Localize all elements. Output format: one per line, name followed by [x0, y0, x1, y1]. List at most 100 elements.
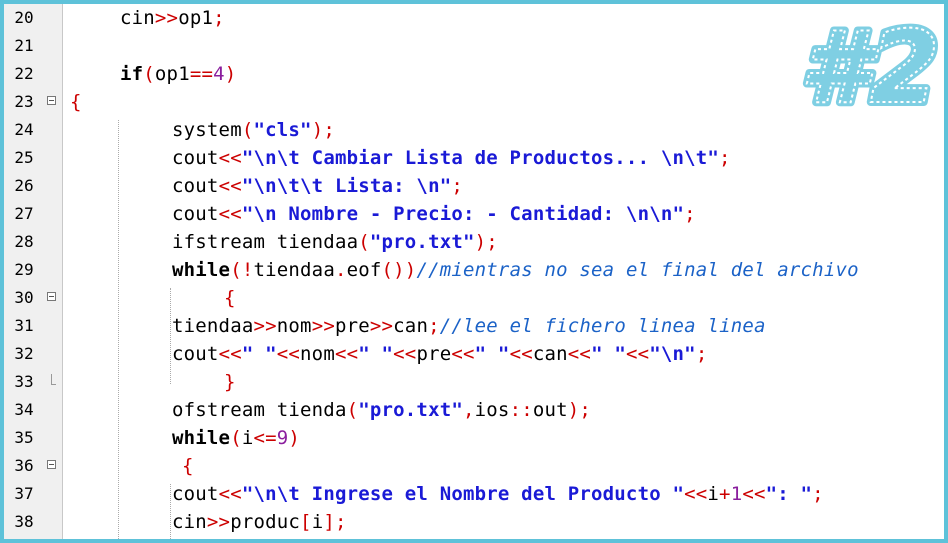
code-token: can	[393, 315, 429, 337]
code-line[interactable]: 37 cout<<"\n\t Ingrese el Nombre del Prod…	[4, 480, 944, 508]
line-number: 32	[14, 344, 34, 363]
code-token: ,	[463, 399, 475, 421]
code-token: );	[474, 231, 498, 253]
code-text[interactable]: cout<<"\n Nombre - Precio: - Cantidad: \…	[172, 200, 696, 228]
code-line[interactable]: 31 tiendaa>>nom>>pre>>can;//lee el ficher…	[4, 312, 944, 340]
code-line[interactable]: 29 while(!tiendaa.eof())//mientras no sea…	[4, 256, 944, 284]
indent-guide	[170, 484, 171, 539]
code-line[interactable]: 26 cout<<"\n\t\t Lista: \n";	[4, 172, 944, 200]
code-token: >>	[206, 511, 231, 533]
line-number: 24	[14, 120, 34, 139]
code-token: cout	[172, 343, 219, 365]
code-line[interactable]: 27 cout<<"\n Nombre - Precio: - Cantidad:…	[4, 200, 944, 228]
code-token: 1	[730, 483, 743, 505]
code-token: ;	[451, 175, 463, 197]
code-line[interactable]: 36 {	[4, 452, 944, 480]
code-text[interactable]: {	[182, 452, 194, 480]
line-number: 21	[14, 36, 34, 55]
code-token: " "	[591, 343, 626, 365]
code-editor[interactable]: 20 cin>>op1; 21 22 if(op1==4) 23{24 system("cl…	[4, 4, 944, 539]
code-token: op1	[154, 63, 190, 85]
code-line[interactable]: 32 cout<<" "<<nom<<" "<<pre<<" "<<can<<" …	[4, 340, 944, 368]
code-token: >>	[311, 315, 335, 337]
code-token: nom	[300, 343, 335, 365]
code-text[interactable]: tiendaa>>nom>>pre>>can;//lee el fichero …	[172, 312, 766, 340]
code-text[interactable]: cout<<" "<<nom<<" "<<pre<<" "<<can<<" "<…	[172, 340, 707, 368]
code-token: eof	[346, 259, 382, 281]
code-token: ofstream tienda	[172, 399, 347, 421]
code-token: (	[241, 119, 254, 141]
code-token: (	[358, 231, 370, 253]
code-token: out	[532, 399, 568, 421]
code-token: "pro.txt"	[369, 231, 475, 253]
line-number: 34	[14, 400, 34, 419]
code-token: ];	[323, 511, 347, 533]
code-token: <<	[334, 343, 359, 365]
code-text[interactable]: {	[224, 284, 236, 312]
line-number: 20	[14, 8, 34, 27]
code-token: {	[70, 91, 82, 113]
code-line[interactable]: 34 ofstream tienda("pro.txt",ios::out);	[4, 396, 944, 424]
code-token: <<	[684, 483, 708, 505]
code-token: if	[120, 63, 144, 85]
code-token: cin	[120, 7, 155, 29]
line-number: 26	[14, 176, 34, 195]
code-token: <<	[567, 343, 592, 365]
code-token: <<	[218, 203, 242, 225]
code-line[interactable]: 30 {	[4, 284, 944, 312]
code-token: i	[707, 483, 720, 505]
code-text[interactable]: while(!tiendaa.eof())//mientras no sea e…	[172, 256, 859, 284]
line-number: 33	[14, 372, 34, 391]
code-line[interactable]: 38 cin>>produc[i];	[4, 508, 944, 536]
hashtag-badge-icon: #2 #2	[800, 10, 940, 120]
code-text[interactable]: }	[224, 368, 236, 396]
code-text[interactable]: ifstream tiendaa("pro.txt");	[172, 228, 498, 256]
code-token: " "	[358, 343, 394, 365]
fold-end-marker-icon	[51, 374, 56, 385]
fold-toggle-icon[interactable]	[47, 96, 56, 105]
code-token: while	[172, 259, 231, 281]
code-line[interactable]: 24 system("cls");	[4, 116, 944, 144]
code-token: //mientras no sea el final del archivo	[416, 259, 859, 281]
badge-text-fill: #2	[800, 10, 939, 120]
code-text[interactable]: cout<<"\n\t\t Lista: \n";	[172, 172, 463, 200]
line-number: 22	[14, 64, 34, 83]
code-token: <<	[218, 483, 242, 505]
code-token: ": "	[765, 483, 813, 505]
code-token: (	[346, 399, 359, 421]
line-number: 38	[14, 512, 34, 531]
code-text[interactable]: {	[70, 88, 82, 116]
code-token: ;	[684, 203, 696, 225]
code-text[interactable]: ofstream tienda("pro.txt",ios::out);	[172, 396, 591, 424]
code-token: ifstream tiendaa	[172, 231, 359, 253]
indent-guide	[118, 120, 119, 539]
code-token: [	[300, 511, 312, 533]
code-token: <<	[218, 175, 242, 197]
code-text[interactable]: while(i<=9)	[172, 424, 300, 452]
code-token: (!	[230, 259, 254, 281]
code-text[interactable]: system("cls");	[172, 116, 335, 144]
code-text[interactable]: cout<<"\n\t Ingrese el Nombre del Produc…	[172, 480, 824, 508]
fold-toggle-icon[interactable]	[47, 292, 56, 301]
code-token: ;	[812, 483, 824, 505]
code-token: {	[182, 455, 194, 477]
code-text[interactable]: cin>>produc[i];	[172, 508, 347, 536]
code-line[interactable]: 28 ifstream tiendaa("pro.txt");	[4, 228, 944, 256]
code-token: i	[311, 511, 324, 533]
code-token: "cls"	[253, 119, 312, 141]
code-text[interactable]: cout<<"\n\t Cambiar Lista de Productos..…	[172, 144, 731, 172]
code-token: ;	[719, 147, 731, 169]
code-text[interactable]: cin>>op1;	[120, 4, 225, 32]
code-token: nom	[276, 315, 312, 337]
code-line[interactable]: 35 while(i<=9)	[4, 424, 944, 452]
code-token: <<	[276, 343, 301, 365]
code-line[interactable]: 33}	[4, 368, 944, 396]
fold-toggle-icon[interactable]	[47, 460, 56, 469]
line-number: 36	[14, 456, 34, 475]
code-line[interactable]: 25 cout<<"\n\t Cambiar Lista de Productos…	[4, 144, 944, 172]
code-token: ;	[695, 343, 708, 365]
code-token: ())	[381, 259, 417, 281]
code-text[interactable]: if(op1==4)	[120, 60, 236, 88]
line-number: 30	[14, 288, 34, 307]
code-token: "\n\t Ingrese el Nombre del Producto "	[241, 483, 685, 505]
